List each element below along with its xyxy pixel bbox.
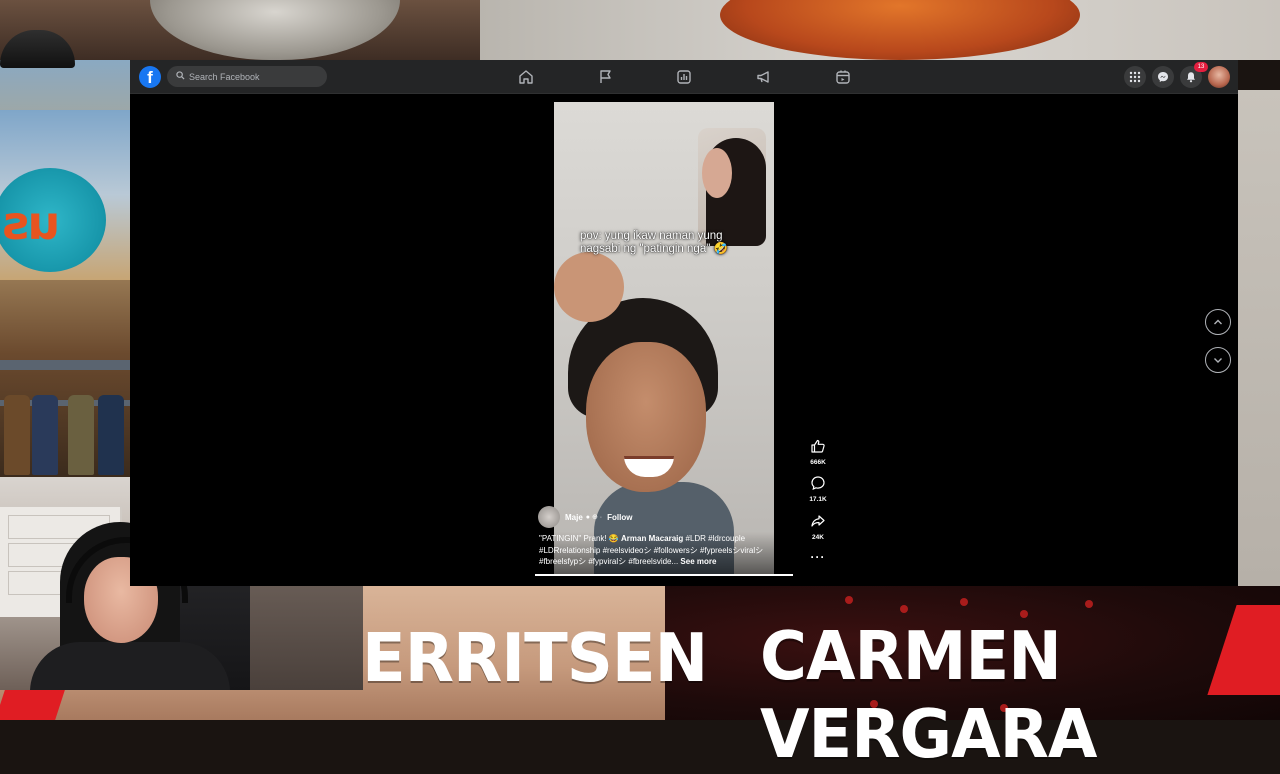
search-box[interactable] (167, 66, 327, 87)
more-options-icon[interactable]: ··· (806, 550, 830, 564)
share-button[interactable]: 24K (806, 513, 830, 541)
reel-person-hand (554, 252, 624, 322)
description-prefix: "PATINGIN" Prank! 😂 (539, 534, 622, 543)
globe-icon: ● ⊕ · (585, 514, 603, 521)
megaphone-icon[interactable] (753, 66, 775, 88)
tagged-user-link[interactable]: Arman Macaraig (621, 534, 683, 543)
overlay-name-left: ERRITSEN (362, 620, 708, 698)
background-dot (960, 598, 968, 606)
facebook-reels-window: f 13 (130, 60, 1238, 586)
like-button[interactable]: 666K (806, 438, 830, 466)
flag-icon[interactable] (594, 66, 616, 88)
inset-person-face (702, 148, 732, 198)
reel-video-inset (698, 128, 766, 246)
background-dot (900, 605, 908, 613)
video-progress-fill (535, 574, 556, 576)
reel-video[interactable]: pov: yung ikaw naman yung nagsabi ng "pa… (554, 102, 774, 576)
top-navigation-bar: f 13 (130, 60, 1238, 94)
background-jacket (98, 395, 124, 475)
like-count: 666K (810, 459, 826, 466)
video-progress-bar[interactable] (535, 574, 793, 576)
reel-caption: pov: yung ikaw naman yung nagsabi ng "pa… (580, 230, 760, 256)
messenger-icon[interactable] (1152, 66, 1174, 88)
background-railing (0, 360, 130, 370)
webcam-streamer-body (30, 642, 230, 690)
background-dot (845, 596, 853, 604)
reel-caption-line: nagsabi ng "patingin nga" 🤣 (580, 243, 728, 255)
chevron-up-icon (1214, 319, 1222, 325)
background-jacket (4, 395, 30, 475)
previous-reel-button[interactable] (1205, 309, 1231, 335)
search-icon (171, 70, 189, 83)
background-dot (1085, 600, 1093, 608)
overlay-name-right: CARMEN VERGARA (760, 618, 1097, 774)
follow-button[interactable]: Follow (607, 513, 632, 522)
background-jacket (32, 395, 58, 475)
comment-count: 17.1K (809, 496, 827, 503)
see-more-link[interactable]: See more (680, 557, 716, 566)
thumbs-up-icon (811, 439, 825, 453)
comment-icon (811, 476, 825, 491)
background-right-strip (1238, 90, 1280, 586)
author-avatar[interactable] (538, 506, 560, 528)
next-reel-button[interactable] (1205, 347, 1231, 373)
dashboard-icon[interactable] (673, 66, 695, 88)
search-input[interactable] (189, 71, 319, 82)
post-author: Maje ● ⊕ · Follow (538, 506, 632, 528)
background-logo-text: us (4, 196, 61, 250)
background-jacket (68, 395, 94, 475)
notification-badge: 13 (1194, 62, 1208, 72)
background-red-accent (0, 690, 65, 720)
reel-caption-line: pov: yung ikaw naman yung (580, 230, 723, 242)
facebook-logo[interactable]: f (139, 66, 161, 88)
background-dot (1020, 610, 1028, 618)
marketplace-icon[interactable] (832, 66, 854, 88)
chevron-down-icon (1214, 358, 1222, 363)
home-icon[interactable] (515, 66, 537, 88)
apps-grid-icon[interactable] (1124, 66, 1146, 88)
share-count: 24K (812, 534, 824, 541)
profile-avatar[interactable] (1208, 66, 1230, 88)
comment-button[interactable]: 17.1K (806, 475, 830, 503)
share-icon (811, 515, 825, 527)
author-name[interactable]: Maje (565, 513, 583, 522)
post-description: "PATINGIN" Prank! 😂 Arman Macaraig #LDR … (539, 533, 784, 568)
